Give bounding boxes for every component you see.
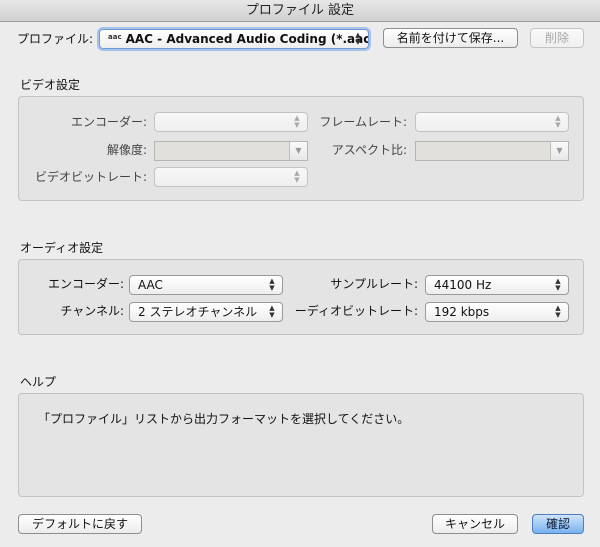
framerate-select[interactable]: ▲ ▼ (415, 112, 569, 132)
popup-arrows-icon: ▲ ▼ (355, 31, 361, 46)
popup-arrows-icon: ▲ ▼ (555, 277, 561, 292)
profile-select-value: AAC - Advanced Audio Coding (*.aac) (125, 32, 369, 46)
delete-button[interactable]: 削除 (530, 28, 584, 48)
help-group (18, 393, 584, 497)
window-titlebar: プロファイル 設定 (0, 0, 600, 22)
chevron-down-icon[interactable]: ▼ (550, 142, 568, 160)
profile-label: プロファイル: (17, 32, 94, 46)
aac-format-icon: aac (108, 33, 122, 41)
save-as-button[interactable]: 名前を付けて保存... (383, 28, 518, 48)
channel-label: チャンネル: (60, 304, 124, 318)
cancel-button[interactable]: キャンセル (432, 514, 518, 534)
video-bitrate-label: ビデオビットレート: (34, 170, 147, 184)
resolution-label: 解像度: (106, 143, 147, 157)
audio-bitrate-select[interactable]: 192 kbps ▲ ▼ (425, 302, 569, 322)
popup-arrows-icon: ▲ ▼ (294, 169, 300, 184)
video-bitrate-select[interactable]: ▲ ▼ (154, 167, 308, 187)
audio-encoder-value: AAC (138, 278, 163, 292)
audio-encoder-label: エンコーダー: (47, 277, 124, 291)
popup-arrows-icon: ▲ ▼ (555, 114, 561, 129)
help-section-title: ヘルプ (20, 375, 57, 389)
profile-select[interactable]: aac AAC - Advanced Audio Coding (*.aac) ▲… (99, 29, 369, 49)
help-text: 「プロファイル」リストから出力フォーマットを選択してください。 (38, 412, 410, 426)
channel-select[interactable]: 2 ステレオチャンネル ▲ ▼ (129, 302, 283, 322)
audio-bitrate-value: 192 kbps (434, 305, 490, 319)
popup-arrows-icon: ▲ ▼ (294, 114, 300, 129)
audio-section-title: オーディオ設定 (20, 241, 104, 255)
popup-arrows-icon: ▲ ▼ (269, 277, 275, 292)
resolution-combobox[interactable]: ▼ (154, 141, 308, 161)
reset-defaults-button[interactable]: デフォルトに戻す (18, 514, 142, 534)
aspect-ratio-label: アスペクト比: (331, 143, 407, 157)
chevron-down-icon[interactable]: ▼ (289, 142, 307, 160)
channel-value: 2 ステレオチャンネル (138, 305, 258, 319)
ok-button[interactable]: 確認 (532, 514, 584, 534)
video-encoder-select[interactable]: ▲ ▼ (154, 112, 308, 132)
video-encoder-label: エンコーダー: (70, 115, 147, 129)
samplerate-select[interactable]: 44100 Hz ▲ ▼ (425, 275, 569, 295)
popup-arrows-icon: ▲ ▼ (555, 304, 561, 319)
window-title: プロファイル 設定 (245, 3, 355, 18)
samplerate-value: 44100 Hz (434, 278, 492, 292)
video-section-title: ビデオ設定 (20, 78, 81, 92)
samplerate-label: サンプルレート: (330, 277, 418, 291)
framerate-label: フレームレート: (319, 115, 407, 129)
audio-encoder-select[interactable]: AAC ▲ ▼ (129, 275, 283, 295)
audio-bitrate-label: ーディオビットレート: (294, 304, 418, 318)
aspect-ratio-combobox[interactable]: ▼ (415, 141, 569, 161)
popup-arrows-icon: ▲ ▼ (269, 304, 275, 319)
audio-settings-group (18, 259, 584, 335)
